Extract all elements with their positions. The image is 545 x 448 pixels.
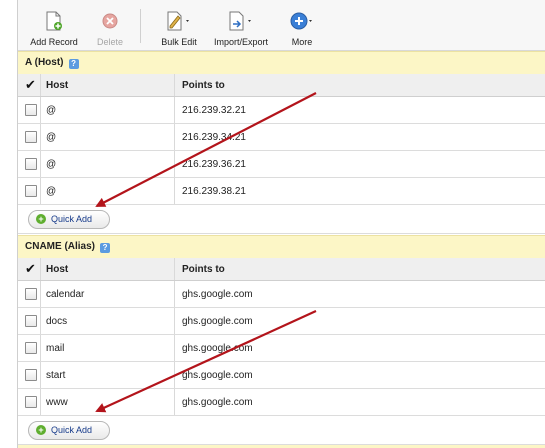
table-row: @ 216.239.32.21 [18, 97, 545, 124]
add-record-label: Add Record [30, 37, 78, 47]
row-checkbox[interactable] [25, 369, 37, 381]
host-cell[interactable]: docs [46, 316, 67, 327]
row-checkbox[interactable] [25, 104, 37, 116]
table-row: @ 216.239.34.21 [18, 124, 545, 151]
host-cell[interactable]: calendar [46, 289, 84, 300]
column-header-row-cname: ✔ Host Points to [18, 258, 545, 281]
bulk-edit-icon [167, 11, 189, 31]
select-all-checkmark-icon[interactable]: ✔ [25, 261, 36, 277]
quick-add-button-cname[interactable]: + Quick Add [28, 421, 110, 440]
points-to-cell[interactable]: 216.239.38.21 [182, 186, 246, 197]
plus-icon: + [36, 214, 46, 224]
import-export-button[interactable]: Import/Export [213, 10, 269, 47]
more-button[interactable]: More [284, 10, 320, 47]
column-header-points-to[interactable]: Points to [182, 80, 225, 91]
bulk-edit-button[interactable]: Bulk Edit [156, 10, 202, 47]
plus-icon: + [36, 425, 46, 435]
points-to-cell[interactable]: 216.239.36.21 [182, 159, 246, 170]
host-cell[interactable]: www [46, 397, 68, 408]
quick-add-bar-a: + Quick Add [18, 205, 545, 234]
section-header-a-host: A (Host)? [18, 51, 545, 75]
delete-icon [102, 13, 118, 29]
import-export-label: Import/Export [213, 37, 269, 47]
more-label: More [291, 37, 313, 47]
points-to-cell[interactable]: ghs.google.com [182, 316, 253, 327]
quick-add-button-a[interactable]: + Quick Add [28, 210, 110, 229]
points-to-cell[interactable]: ghs.google.com [182, 370, 253, 381]
row-checkbox[interactable] [25, 342, 37, 354]
toolbar-divider [140, 9, 141, 43]
host-cell[interactable]: mail [46, 343, 64, 354]
table-row: start ghs.google.com [18, 362, 545, 389]
table-row: www ghs.google.com [18, 389, 545, 416]
host-cell[interactable]: @ [46, 186, 56, 197]
points-to-cell[interactable]: ghs.google.com [182, 397, 253, 408]
dns-manager-panel: Add Record Delete Bulk Edit Import/Expor… [17, 0, 545, 448]
quick-add-label: Quick Add [51, 214, 93, 224]
section-title-a-host: A (Host) [25, 57, 64, 68]
table-row: calendar ghs.google.com [18, 281, 545, 308]
points-to-cell[interactable]: ghs.google.com [182, 343, 253, 354]
more-icon [290, 12, 312, 30]
table-row: @ 216.239.36.21 [18, 151, 545, 178]
row-checkbox[interactable] [25, 131, 37, 143]
import-export-icon [229, 11, 251, 31]
column-header-host[interactable]: Host [46, 264, 68, 275]
row-checkbox[interactable] [25, 396, 37, 408]
points-to-cell[interactable]: 216.239.32.21 [182, 105, 246, 116]
column-header-points-to[interactable]: Points to [182, 264, 225, 275]
points-to-cell[interactable]: ghs.google.com [182, 289, 253, 300]
host-cell[interactable]: @ [46, 159, 56, 170]
add-document-icon [46, 11, 62, 31]
row-checkbox[interactable] [25, 288, 37, 300]
table-row: @ 216.239.38.21 [18, 178, 545, 205]
section-title-cname: CNAME (Alias) [25, 241, 96, 252]
column-header-host[interactable]: Host [46, 80, 68, 91]
select-all-checkmark-icon[interactable]: ✔ [25, 77, 36, 93]
host-cell[interactable]: start [46, 370, 65, 381]
quick-add-bar-cname: + Quick Add [18, 416, 545, 445]
row-checkbox[interactable] [25, 158, 37, 170]
table-row: docs ghs.google.com [18, 308, 545, 335]
bulk-edit-label: Bulk Edit [161, 37, 197, 47]
help-icon[interactable]: ? [68, 59, 79, 69]
quick-add-label: Quick Add [51, 425, 93, 435]
row-checkbox[interactable] [25, 185, 37, 197]
host-cell[interactable]: @ [46, 132, 56, 143]
table-row: mail ghs.google.com [18, 335, 545, 362]
toolbar: Add Record Delete Bulk Edit Import/Expor… [18, 0, 545, 51]
host-cell[interactable]: @ [46, 105, 56, 116]
points-to-cell[interactable]: 216.239.34.21 [182, 132, 246, 143]
delete-button[interactable]: Delete [92, 10, 128, 47]
delete-label: Delete [96, 37, 123, 47]
section-header-cname: CNAME (Alias)? [18, 235, 545, 259]
add-record-button[interactable]: Add Record [28, 10, 80, 47]
row-checkbox[interactable] [25, 315, 37, 327]
column-header-row-a: ✔ Host Points to [18, 74, 545, 97]
help-icon[interactable]: ? [100, 243, 111, 253]
